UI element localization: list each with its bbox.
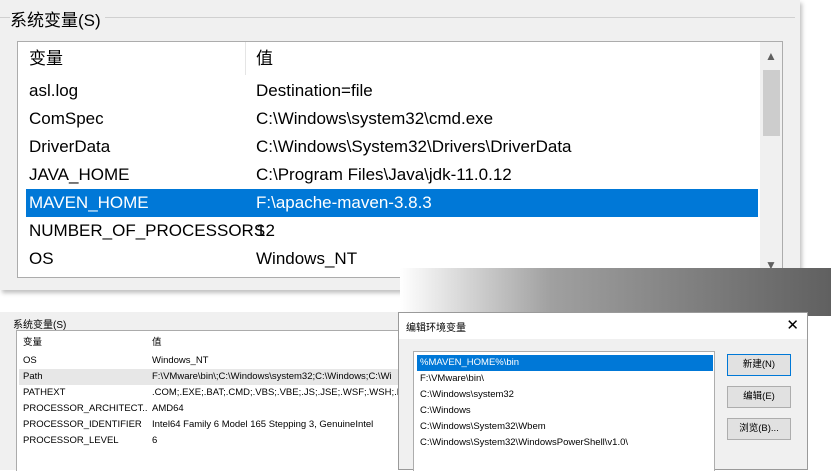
- close-icon[interactable]: ✕: [786, 316, 799, 334]
- list-item-path[interactable]: Path F:\VMware\bin\;C:\Windows\system32;…: [19, 369, 401, 385]
- variable-name: PATHEXT: [23, 387, 66, 398]
- variable-value: AMD64: [152, 403, 184, 414]
- variable-name: OS: [23, 355, 37, 366]
- system-variables-group-label: 系统变量(S): [10, 6, 105, 31]
- list-item-processor-level[interactable]: PROCESSOR_LEVEL 6: [19, 433, 401, 449]
- new-button[interactable]: 新建(N): [727, 354, 791, 376]
- variable-name: PROCESSOR_ARCHITECT...: [23, 403, 147, 414]
- list-item-comspec[interactable]: ComSpec C:\Windows\system32\cmd.exe: [26, 105, 758, 133]
- variable-value: C:\Program Files\Java\jdk-11.0.12: [256, 165, 512, 184]
- variable-name: MAVEN_HOME: [29, 193, 149, 212]
- edit-environment-variable-dialog: 编辑环境变量 ✕ %MAVEN_HOME%\bin F:\VMware\bin\…: [398, 312, 808, 471]
- list-item-maven-home-selected[interactable]: MAVEN_HOME F:\apache-maven-3.8.3: [26, 189, 758, 217]
- list-item-asl-log[interactable]: asl.log Destination=file: [26, 77, 758, 105]
- browse-button[interactable]: 浏览(B)...: [727, 418, 791, 440]
- list-item-driverdata[interactable]: DriverData C:\Windows\System32\Drivers\D…: [26, 133, 758, 161]
- variable-value: C:\Windows\system32\cmd.exe: [256, 109, 494, 128]
- variable-value: Destination=file: [256, 81, 373, 100]
- path-entries-list[interactable]: %MAVEN_HOME%\bin F:\VMware\bin\ C:\Windo…: [413, 351, 715, 471]
- variable-value: F:\VMware\bin\;C:\Windows\system32;C:\Wi…: [152, 371, 392, 382]
- system-variables-panel: 系统变量(S) 变量 值 OS Windows_NT Path F:\VMwar…: [0, 312, 401, 471]
- group-box-border: [0, 17, 795, 18]
- variable-value: .COM;.EXE;.BAT;.CMD;.VBS;.VBE;.JS;.JSE;.…: [152, 387, 401, 398]
- variable-name: NUMBER_OF_PROCESSORS: [29, 221, 266, 240]
- system-variables-list-small[interactable]: 变量 值 OS Windows_NT Path F:\VMware\bin\;C…: [16, 330, 401, 471]
- variable-name: PROCESSOR_LEVEL: [23, 435, 119, 446]
- variable-name: DriverData: [29, 137, 111, 156]
- list-item-processor-architecture[interactable]: PROCESSOR_ARCHITECT... AMD64: [19, 401, 401, 417]
- variable-name: PROCESSOR_IDENTIFIER: [23, 419, 142, 430]
- dialog-titlebar[interactable]: 编辑环境变量 ✕: [399, 313, 807, 339]
- variable-name: JAVA_HOME: [29, 165, 130, 184]
- column-divider[interactable]: [245, 42, 246, 75]
- list-item[interactable]: C:\Windows\System32\WindowsPowerShell\v1…: [417, 435, 713, 451]
- list-header: 变量 值: [18, 42, 758, 75]
- dialog-title: 编辑环境变量: [406, 323, 466, 334]
- list-item[interactable]: F:\VMware\bin\: [417, 371, 713, 387]
- list-item-selected[interactable]: %MAVEN_HOME%\bin: [417, 355, 713, 371]
- variable-name: ComSpec: [29, 109, 104, 128]
- list-item-pathext[interactable]: PATHEXT .COM;.EXE;.BAT;.CMD;.VBS;.VBE;.J…: [19, 385, 401, 401]
- variable-value: F:\apache-maven-3.8.3: [256, 193, 432, 212]
- system-variables-group-label: 系统变量(S): [13, 320, 67, 331]
- variable-value: 6: [152, 435, 158, 446]
- list-item[interactable]: C:\Windows: [417, 403, 713, 419]
- variable-value: 12: [256, 221, 275, 240]
- column-header-variable[interactable]: 变量: [29, 42, 63, 75]
- column-header-variable[interactable]: 变量: [23, 335, 147, 351]
- variable-value: Intel64 Family 6 Model 165 Stepping 3, G…: [152, 419, 374, 430]
- column-header-value[interactable]: 值: [256, 42, 273, 75]
- list-item-os[interactable]: OS Windows_NT: [19, 353, 401, 369]
- decorative-gradient: [400, 268, 831, 316]
- list-item-number-of-processors[interactable]: NUMBER_OF_PROCESSORS 12: [26, 217, 758, 245]
- variable-value: C:\Windows\System32\Drivers\DriverData: [256, 137, 572, 156]
- list-item[interactable]: C:\Windows\System32\Wbem: [417, 419, 713, 435]
- edit-button[interactable]: 编辑(E): [727, 386, 791, 408]
- vertical-scrollbar[interactable]: ▲ ▼: [760, 42, 782, 277]
- variable-value: Windows_NT: [152, 355, 209, 366]
- scrollbar-thumb[interactable]: [763, 70, 780, 136]
- list-item-processor-identifier[interactable]: PROCESSOR_IDENTIFIER Intel64 Family 6 Mo…: [19, 417, 401, 433]
- variable-value: Windows_NT: [256, 249, 358, 268]
- column-header-value[interactable]: 值: [152, 335, 401, 351]
- system-variables-panel-zoomed: 系统变量(S) 变量 值 asl.log Destination=file Co…: [0, 0, 800, 290]
- list-header: 变量 值: [19, 335, 401, 351]
- variable-name: Path: [23, 371, 43, 382]
- list-item-java-home[interactable]: JAVA_HOME C:\Program Files\Java\jdk-11.0…: [26, 161, 758, 189]
- system-variables-list[interactable]: 变量 值 asl.log Destination=file ComSpec C:…: [17, 41, 783, 278]
- variable-name: OS: [29, 249, 54, 268]
- variable-name: asl.log: [29, 81, 79, 100]
- list-item[interactable]: C:\Windows\system32: [417, 387, 713, 403]
- scroll-up-arrow-icon[interactable]: ▲: [760, 45, 782, 67]
